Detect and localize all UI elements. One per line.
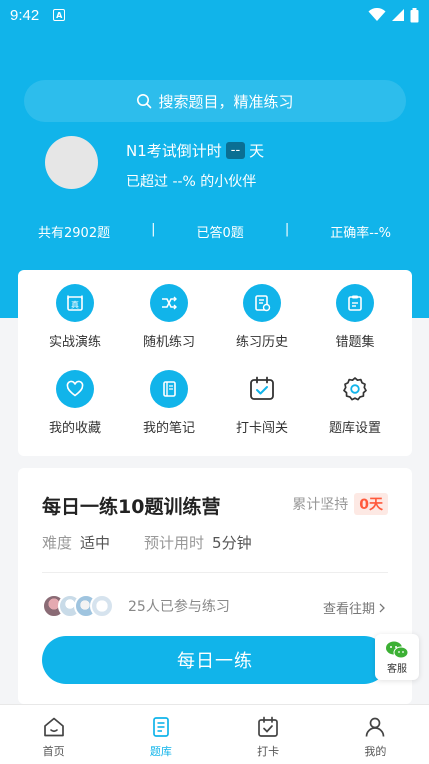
surpass-text: 已超过 --% 的小伙伴 bbox=[126, 174, 257, 190]
daily-meta: 难度 适中 预计用时 5分钟 bbox=[42, 532, 252, 553]
grid-item-random[interactable]: 随机练习 bbox=[120, 284, 218, 350]
countdown-days: -- bbox=[225, 142, 246, 159]
persist-info: 累计坚持 0天 bbox=[292, 493, 388, 515]
streak-badge: 0天 bbox=[354, 493, 388, 515]
stat-answered: 已答0题 bbox=[196, 226, 244, 241]
stat-accuracy: 正确率--% bbox=[330, 226, 391, 241]
stat-separator: | bbox=[284, 222, 290, 237]
status-time: 9:42 bbox=[10, 6, 40, 24]
view-history-link[interactable]: 查看往期 bbox=[323, 598, 386, 617]
calendar-check-icon bbox=[243, 370, 281, 408]
daily-title: 每日一练10题训练营 bbox=[42, 496, 221, 518]
divider bbox=[42, 572, 388, 573]
home-icon bbox=[43, 717, 64, 737]
tab-label: 我的 bbox=[364, 745, 387, 758]
difficulty-value: 适中 bbox=[80, 534, 111, 552]
countdown-unit: 天 bbox=[249, 142, 265, 160]
shuffle-icon bbox=[150, 284, 188, 322]
wrong-book-icon bbox=[336, 284, 374, 322]
stat-total: 共有2902题 bbox=[38, 226, 111, 241]
tab-me[interactable]: 我的 bbox=[322, 705, 429, 764]
grid-label: 随机练习 bbox=[142, 335, 195, 350]
tab-question-bank[interactable]: 题库 bbox=[107, 705, 214, 764]
participant-avatar bbox=[90, 594, 114, 618]
tab-home[interactable]: 首页 bbox=[0, 705, 107, 764]
history-link-label: 查看往期 bbox=[322, 602, 375, 617]
grid-item-favorites[interactable]: 我的收藏 bbox=[26, 370, 124, 436]
tab-checkin[interactable]: 打卡 bbox=[215, 705, 322, 764]
grid-item-checkin[interactable]: 打卡闯关 bbox=[213, 370, 311, 436]
grid-label: 我的笔记 bbox=[142, 421, 195, 436]
tab-label: 打卡 bbox=[257, 745, 280, 758]
notification-a-icon: A bbox=[53, 9, 66, 21]
checkin-icon bbox=[258, 716, 278, 737]
search-icon bbox=[137, 94, 152, 109]
daily-practice-button[interactable]: 每日一练 bbox=[42, 636, 388, 684]
exam-icon: 真 bbox=[56, 284, 94, 322]
heart-icon bbox=[56, 370, 94, 408]
question-bank-icon bbox=[153, 717, 169, 737]
grid-item-notes[interactable]: 我的笔记 bbox=[120, 370, 218, 436]
grid-item-history[interactable]: 练习历史 bbox=[213, 284, 311, 350]
grid-label: 题库设置 bbox=[328, 421, 381, 436]
persist-label: 累计坚持 bbox=[292, 497, 349, 513]
time-label: 预计用时 bbox=[144, 534, 205, 552]
countdown-label: N1考试倒计时 bbox=[126, 142, 222, 160]
tab-label: 首页 bbox=[42, 745, 65, 758]
participants-count: 25人已参与练习 bbox=[128, 599, 230, 615]
grid-label: 练习历史 bbox=[235, 335, 288, 350]
gear-icon bbox=[336, 370, 374, 408]
wifi-icon bbox=[368, 8, 386, 21]
grid-label: 错题集 bbox=[335, 335, 375, 350]
search-bar[interactable]: 搜索题目，精准练习 bbox=[24, 80, 406, 122]
battery-icon bbox=[410, 7, 419, 22]
status-bar: 9:42 A bbox=[0, 0, 429, 30]
bottom-tab-bar: 首页 题库 打卡 我的 bbox=[0, 704, 429, 764]
tab-label: 题库 bbox=[149, 745, 172, 758]
difficulty-label: 难度 bbox=[42, 534, 73, 552]
customer-service-button[interactable]: 客服 bbox=[375, 634, 419, 680]
notebook-icon bbox=[150, 370, 188, 408]
grid-label: 打卡闯关 bbox=[235, 421, 288, 436]
stats-row: 共有2902题 | 已答0题 | 正确率--% bbox=[0, 222, 429, 241]
grid-item-exam[interactable]: 真 实战演练 bbox=[26, 284, 124, 350]
history-icon bbox=[243, 284, 281, 322]
grid-item-settings[interactable]: 题库设置 bbox=[306, 370, 404, 436]
grid-item-wrong[interactable]: 错题集 bbox=[306, 284, 404, 350]
exam-countdown: N1考试倒计时 -- 天 bbox=[126, 140, 426, 161]
wechat-icon bbox=[386, 641, 409, 658]
time-value: 5分钟 bbox=[212, 534, 252, 552]
avatar[interactable] bbox=[45, 136, 98, 189]
user-icon bbox=[366, 717, 385, 737]
stat-separator: | bbox=[151, 222, 156, 237]
grid-label: 我的收藏 bbox=[48, 421, 101, 436]
daily-practice-card: 每日一练10题训练营 累计坚持 0天 难度 适中 预计用时 5分钟 25人已参与… bbox=[18, 468, 412, 704]
search-placeholder: 搜索题目，精准练习 bbox=[158, 92, 294, 111]
service-label: 客服 bbox=[387, 663, 407, 675]
chevron-right-icon bbox=[379, 603, 385, 612]
participants-row: 25人已参与练习 bbox=[42, 594, 230, 618]
svg-text:真: 真 bbox=[71, 300, 79, 310]
profile-section: N1考试倒计时 -- 天 已超过 --% 的小伙伴 bbox=[45, 136, 264, 190]
signal-icon bbox=[392, 9, 404, 21]
feature-grid: 真 实战演练 随机练习 练习历史 错题集 我的收藏 我的笔记 打卡闯关 题库设置 bbox=[18, 270, 412, 456]
grid-label: 实战演练 bbox=[48, 335, 101, 350]
